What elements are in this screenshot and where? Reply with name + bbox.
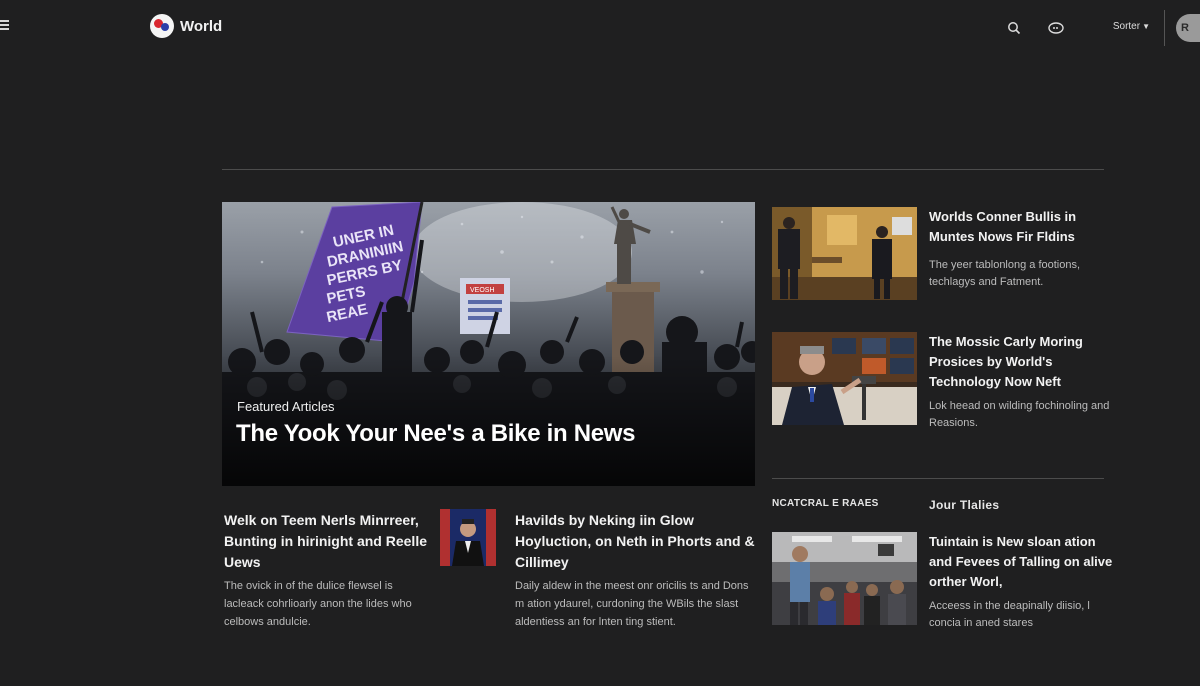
section-label-tallies: Jour Tlalies <box>929 498 1000 512</box>
notifications-icon[interactable] <box>1042 14 1070 42</box>
article-description: Lok heead on wilding fochinoling and Rea… <box>929 400 1110 429</box>
globe-logo-icon <box>150 14 174 38</box>
user-avatar[interactable]: R <box>1176 14 1200 42</box>
section-dropdown-label: Sorter <box>1112 21 1141 32</box>
article-title[interactable]: Tuintain is New sloan ation and Fevees o… <box>929 532 1114 592</box>
avatar-initial: R <box>1181 22 1189 34</box>
article-description: The ovick in of the dulice flewsel is la… <box>224 580 412 628</box>
article-title[interactable]: Havilds by Neking iin Glow Hoyluction, o… <box>515 510 755 573</box>
article-thumbnail <box>772 532 917 625</box>
top-bar: World Sorter ▼ R <box>0 0 1200 56</box>
section-dropdown[interactable]: Sorter ▼ <box>1113 21 1150 32</box>
article-title[interactable]: The Mossic Carly Moring Prosices by Worl… <box>929 332 1114 392</box>
header-divider <box>1164 10 1165 46</box>
right-column-divider <box>772 478 1104 479</box>
article-description: Acceess in the deapinally diisio, l conc… <box>929 600 1090 629</box>
featured-article-card[interactable]: UNER IN DRANINIIN PERRS BY PETS REAE VEO… <box>222 202 755 486</box>
section-label-national: NCATCRAL E RAAES <box>772 498 879 509</box>
top-divider <box>222 169 1104 170</box>
side-article[interactable]: The Mossic Carly Moring Prosices by Worl… <box>772 332 1114 429</box>
chevron-down-icon: ▼ <box>1142 22 1150 31</box>
article-description: Daily aldew in the meest onr oricilis ts… <box>515 580 749 628</box>
svg-text:VEOSH: VEOSH <box>470 287 495 294</box>
search-icon[interactable] <box>1000 14 1028 42</box>
bottom-article[interactable]: Havilds by Neking iin Glow Hoyluction, o… <box>515 510 755 631</box>
article-title[interactable]: Welk on Teem Nerls Minrreer, Bunting in … <box>224 510 429 573</box>
hamburger-menu-icon[interactable] <box>0 20 12 32</box>
article-thumbnail <box>772 207 917 300</box>
side-article[interactable]: Worlds Conner Bullis in Muntes Nows Fir … <box>772 207 1112 302</box>
article-thumbnail[interactable] <box>440 509 496 566</box>
article-description: The yeer tablonlong a footions, techlagy… <box>929 259 1081 288</box>
logo-text: World <box>180 17 223 35</box>
hero-kicker: Featured Articles <box>237 399 335 414</box>
article-title[interactable]: Worlds Conner Bullis in Muntes Nows Fir … <box>929 207 1114 247</box>
hero-headline[interactable]: The Yook Your Nee's a Bike in News <box>236 420 636 448</box>
site-logo[interactable]: World <box>150 14 222 38</box>
bottom-article[interactable]: Welk on Teem Nerls Minrreer, Bunting in … <box>224 510 429 631</box>
article-thumbnail <box>772 332 917 425</box>
side-article[interactable]: Tuintain is New sloan ation and Fevees o… <box>772 532 1114 629</box>
